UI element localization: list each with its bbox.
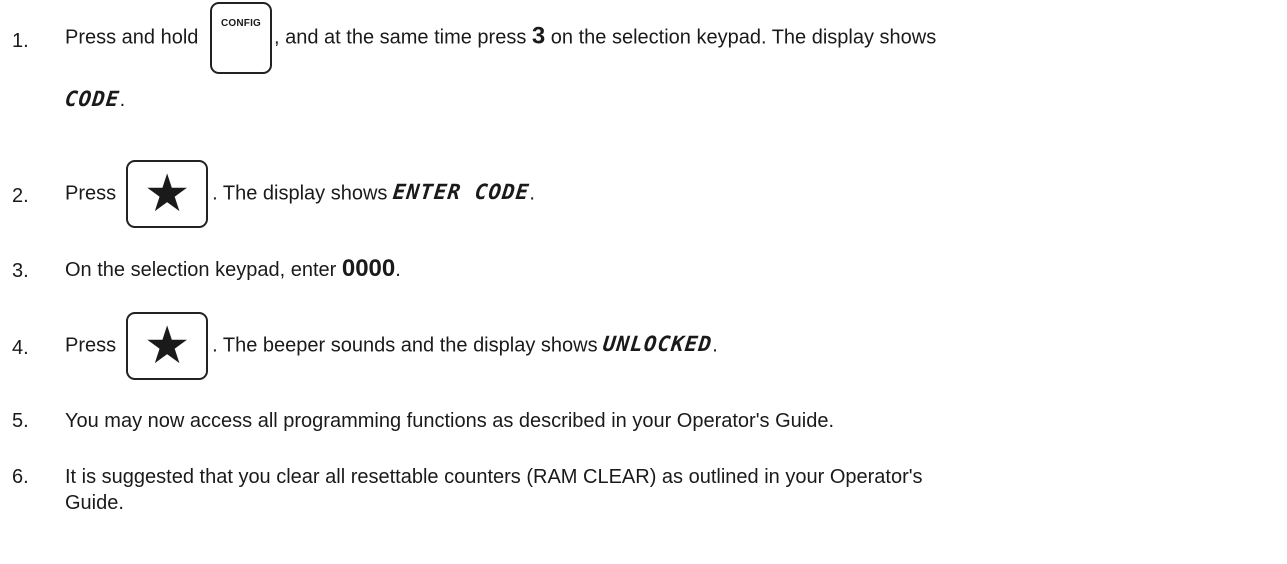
step-1: 1. Press and hold CONFIG , and at the sam… — [0, 0, 1287, 140]
star-key-icon: ★ — [126, 160, 209, 228]
display-readout: CODE — [63, 87, 121, 111]
step-4: 4. Press ★ . The beeper sounds and the dis… — [0, 312, 1287, 382]
step-text: On the selection keypad, enter — [65, 259, 342, 281]
step-number: 2. — [12, 185, 29, 207]
step-text: on the selection keypad. The display sho… — [545, 26, 937, 49]
step-number: 5. — [12, 410, 29, 432]
star-key-label: ★ — [146, 319, 188, 371]
step-text: Press and hold — [65, 26, 204, 49]
step-punctuation: . — [529, 182, 535, 205]
step-text: Guide. — [65, 492, 124, 514]
step-6: 6. It is suggested that you clear all re… — [0, 460, 1287, 520]
step-text: Press — [65, 182, 117, 205]
step-number: 4. — [12, 337, 29, 359]
step-text: . The display shows — [212, 182, 393, 205]
step-punctuation: . — [395, 259, 401, 281]
step-text: . The beeper sounds and the display show… — [212, 334, 604, 357]
step-text: , and at the same time press — [273, 26, 532, 49]
step-text: Press — [65, 334, 117, 357]
step-number: 3. — [12, 260, 29, 282]
star-key-label: ★ — [146, 167, 188, 219]
config-key-icon: CONFIG — [209, 2, 272, 74]
step-text: You may now access all programming funct… — [65, 410, 835, 432]
step-5: 5. You may now access all programming fu… — [0, 404, 1287, 434]
config-key-label: CONFIG — [220, 18, 262, 29]
step-2: 2. Press ★ . The display shows ENTER CODE. — [0, 160, 1287, 230]
display-readout: UNLOCKED — [601, 332, 714, 357]
step-3: 3. On the selection keypad, enter 0000. — [0, 254, 1287, 294]
display-readout: ENTER CODE — [391, 180, 531, 205]
star-key-icon: ★ — [126, 312, 209, 380]
step-punctuation: . — [712, 334, 718, 357]
step-number: 1. — [12, 30, 29, 52]
step-text: It is suggested that you clear all reset… — [65, 466, 923, 488]
step-punctuation: . — [119, 89, 126, 111]
step-number: 6. — [12, 466, 29, 488]
key-value: 3 — [531, 22, 546, 50]
code-value: 0000 — [341, 255, 396, 282]
